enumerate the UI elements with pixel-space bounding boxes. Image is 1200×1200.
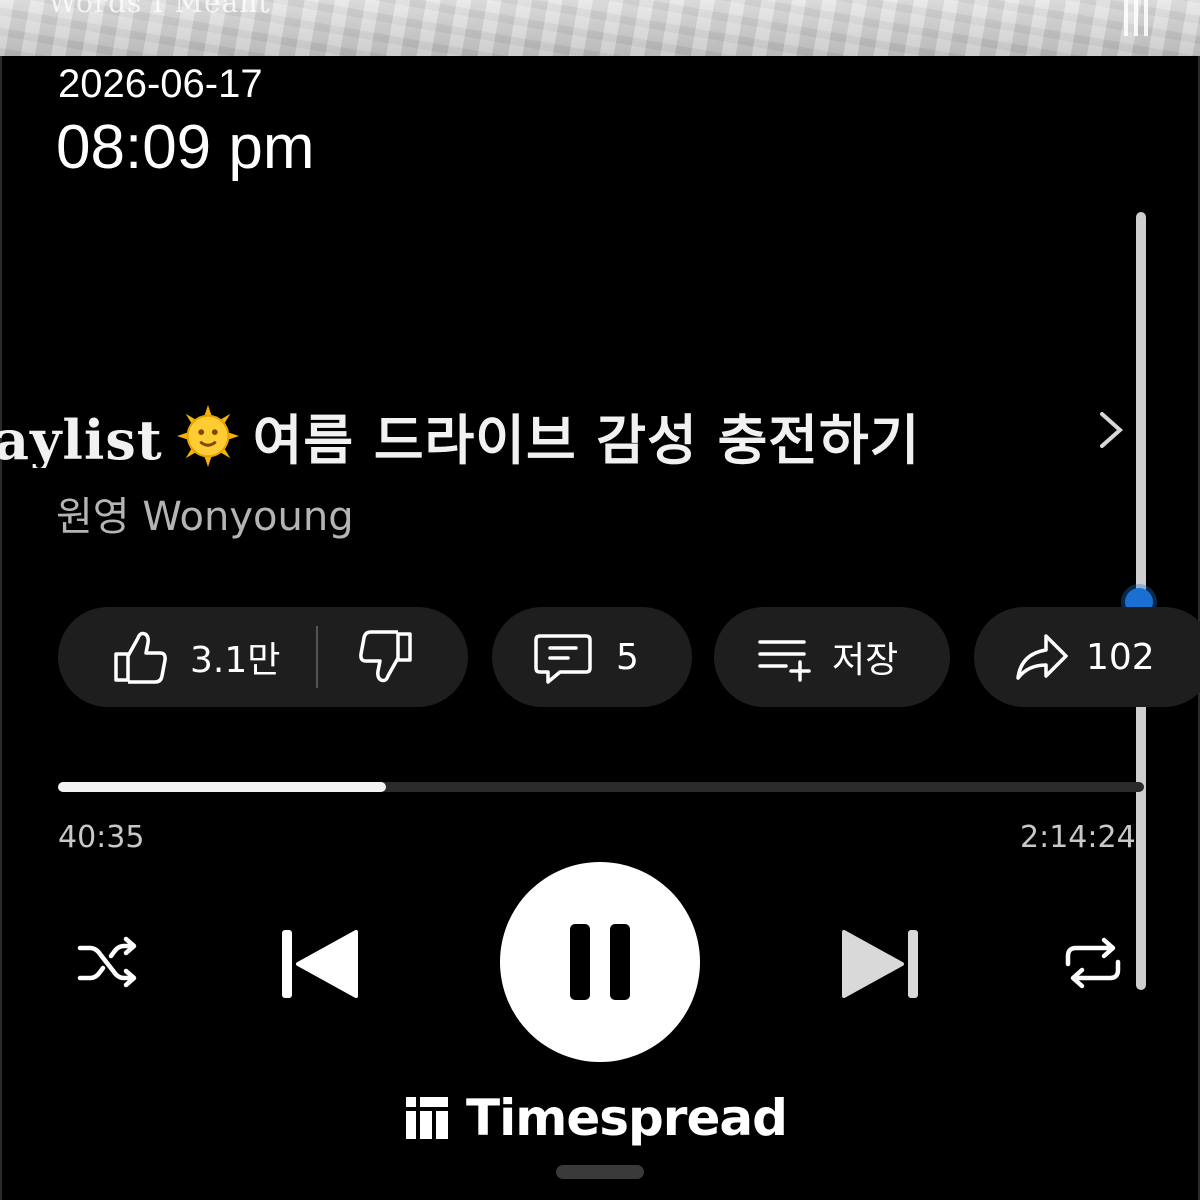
video-title[interactable]: aylist 여름 드라이브 감성 충전하기 — [0, 396, 1130, 468]
background-photo-strip: Words I Meant — [0, 0, 1200, 56]
pillar-graphic — [1124, 0, 1152, 40]
time-label: 08:09 pm — [56, 113, 315, 182]
thumbs-down-icon[interactable] — [354, 626, 416, 688]
brand-watermark: Timespread — [404, 1088, 788, 1148]
share-count: 102 — [1086, 636, 1155, 678]
share-button[interactable]: 102 — [974, 607, 1200, 707]
next-track-icon[interactable] — [838, 926, 924, 1002]
seek-bar-progress — [58, 782, 386, 792]
like-count: 3.1만 — [190, 640, 281, 681]
total-time: 2:14:24 — [1020, 820, 1136, 855]
strip-caption: Words I Meant — [48, 0, 271, 19]
home-indicator[interactable] — [556, 1165, 644, 1179]
elapsed-time: 40:35 — [58, 820, 145, 855]
pause-icon — [570, 924, 630, 1000]
channel-name[interactable]: 원영 Wonyoung — [56, 484, 354, 542]
shuffle-icon[interactable] — [74, 930, 140, 996]
title-lead: aylist — [0, 408, 163, 468]
save-button[interactable]: 저장 — [714, 607, 950, 707]
previous-track-icon[interactable] — [276, 926, 362, 1002]
seek-bar[interactable] — [58, 782, 1144, 792]
comments-button[interactable]: 5 — [492, 607, 692, 707]
chevron-right-icon[interactable] — [1094, 408, 1128, 452]
comment-icon — [534, 634, 592, 684]
repeat-icon[interactable] — [1058, 930, 1128, 996]
sun-with-face-icon — [176, 405, 239, 467]
date-label: 2026-06-17 — [58, 62, 263, 106]
share-arrow-icon — [1016, 634, 1068, 680]
add-to-playlist-icon — [758, 640, 811, 682]
save-label: 저장 — [832, 640, 899, 681]
pause-button[interactable] — [500, 862, 700, 1062]
thumbs-up-icon[interactable] — [110, 626, 172, 688]
timespread-logo-icon — [406, 1097, 448, 1139]
comment-count: 5 — [616, 636, 639, 678]
like-dislike-pill: 3.1만 — [58, 607, 468, 707]
title-main: 여름 드라이브 감성 충전하기 — [252, 409, 921, 468]
like-divider — [316, 626, 319, 688]
brand-name: Timespread — [466, 1089, 788, 1147]
